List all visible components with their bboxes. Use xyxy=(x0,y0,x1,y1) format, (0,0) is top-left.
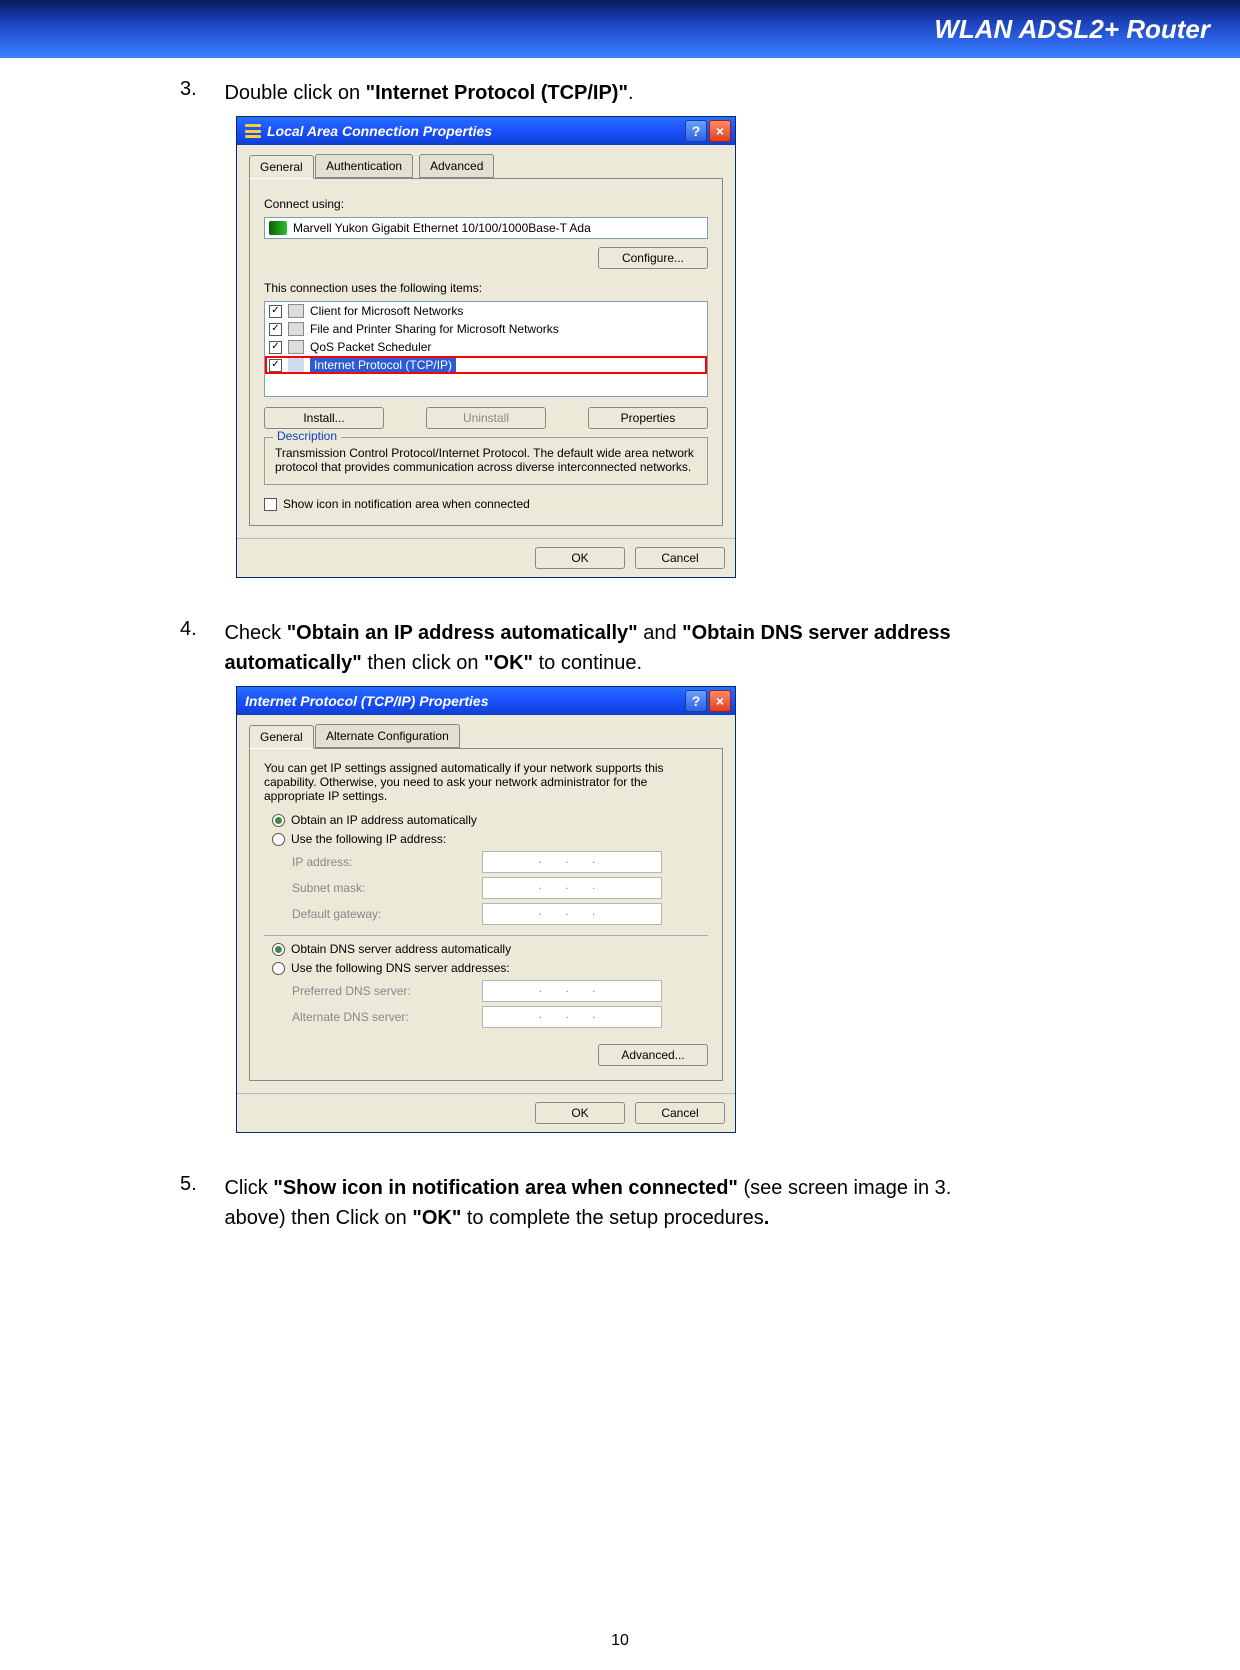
ok-button[interactable]: OK xyxy=(535,1102,625,1124)
description-fieldset: Description Transmission Control Protoco… xyxy=(264,437,708,485)
step-5-text: Click "Show icon in notification area wh… xyxy=(224,1173,984,1233)
radio-icon xyxy=(272,833,285,846)
checkbox-icon[interactable]: ✓ xyxy=(269,341,282,354)
show-icon-checkbox-row[interactable]: Show icon in notification area when conn… xyxy=(264,497,708,511)
adapter-icon xyxy=(269,221,287,235)
step-3-text: Double click on "Internet Protocol (TCP/… xyxy=(224,78,984,108)
step-5-number: 5. xyxy=(180,1173,220,1196)
dialog2-title: Internet Protocol (TCP/IP) Properties xyxy=(245,693,488,709)
tcpip-properties-dialog: Internet Protocol (TCP/IP) Properties ? … xyxy=(236,686,736,1133)
ip-address-label: IP address: xyxy=(292,855,482,869)
page-number: 10 xyxy=(0,1632,1240,1650)
radio-icon xyxy=(272,814,285,827)
uninstall-button: Uninstall xyxy=(426,407,546,429)
tab-general[interactable]: General xyxy=(249,155,314,179)
preferred-dns-field: . . . xyxy=(482,980,662,1002)
properties-button[interactable]: Properties xyxy=(588,407,708,429)
show-icon-label: Show icon in notification area when conn… xyxy=(283,497,530,511)
help-button[interactable]: ? xyxy=(685,690,707,712)
items-label: This connection uses the following items… xyxy=(264,281,708,295)
radio-icon xyxy=(272,962,285,975)
default-gateway-label: Default gateway: xyxy=(292,907,482,921)
alternate-dns-label: Alternate DNS server: xyxy=(292,1010,482,1024)
dialog2-tabs: General Alternate Configuration xyxy=(249,723,723,749)
radio-obtain-ip[interactable]: Obtain an IP address automatically xyxy=(272,813,708,827)
checkbox-icon[interactable]: ✓ xyxy=(269,359,282,372)
dialog1-title: Local Area Connection Properties xyxy=(267,123,492,139)
step-5: 5. Click "Show icon in notification area… xyxy=(180,1173,1120,1233)
lan-properties-dialog: Local Area Connection Properties ? × Gen… xyxy=(236,116,736,578)
dialog1-tabs: General Authentication Advanced xyxy=(249,153,723,179)
connection-items-list[interactable]: ✓Client for Microsoft Networks ✓File and… xyxy=(264,301,708,397)
step-4-text: Check "Obtain an IP address automaticall… xyxy=(224,618,984,678)
list-item[interactable]: ✓File and Printer Sharing for Microsoft … xyxy=(265,320,707,338)
alternate-dns-field: . . . xyxy=(482,1006,662,1028)
description-legend: Description xyxy=(273,429,341,443)
install-button[interactable]: Install... xyxy=(264,407,384,429)
qos-icon xyxy=(288,340,304,354)
subnet-mask-label: Subnet mask: xyxy=(292,881,482,895)
help-button[interactable]: ? xyxy=(685,120,707,142)
ok-button[interactable]: OK xyxy=(535,547,625,569)
show-icon-checkbox[interactable] xyxy=(264,498,277,511)
adapter-name: Marvell Yukon Gigabit Ethernet 10/100/10… xyxy=(293,221,591,235)
tab-authentication[interactable]: Authentication xyxy=(315,154,413,178)
connect-using-label: Connect using: xyxy=(264,197,708,211)
tab-general[interactable]: General xyxy=(249,725,314,749)
tab-alt-config[interactable]: Alternate Configuration xyxy=(315,724,460,748)
cancel-button[interactable]: Cancel xyxy=(635,547,725,569)
radio-icon xyxy=(272,943,285,956)
tcpip-icon xyxy=(288,358,304,372)
adapter-field: Marvell Yukon Gigabit Ethernet 10/100/10… xyxy=(264,217,708,239)
dialog2-titlebar: Internet Protocol (TCP/IP) Properties ? … xyxy=(237,687,735,715)
step-3-number: 3. xyxy=(180,78,220,101)
ip-address-field: . . . xyxy=(482,851,662,873)
default-gateway-field: . . . xyxy=(482,903,662,925)
list-item[interactable]: ✓Client for Microsoft Networks xyxy=(265,302,707,320)
close-button[interactable]: × xyxy=(709,120,731,142)
list-item-tcpip[interactable]: ✓Internet Protocol (TCP/IP) xyxy=(265,356,707,374)
radio-obtain-dns[interactable]: Obtain DNS server address automatically xyxy=(272,942,708,956)
network-icon xyxy=(245,124,261,138)
close-button[interactable]: × xyxy=(709,690,731,712)
configure-button[interactable]: Configure... xyxy=(598,247,708,269)
step-3: 3. Double click on "Internet Protocol (T… xyxy=(180,78,1120,578)
dialog1-titlebar: Local Area Connection Properties ? × xyxy=(237,117,735,145)
advanced-button[interactable]: Advanced... xyxy=(598,1044,708,1066)
checkbox-icon[interactable]: ✓ xyxy=(269,323,282,336)
header-title: WLAN ADSL2+ Router xyxy=(934,14,1210,45)
list-item[interactable]: ✓QoS Packet Scheduler xyxy=(265,338,707,356)
checkbox-icon[interactable]: ✓ xyxy=(269,305,282,318)
preferred-dns-label: Preferred DNS server: xyxy=(292,984,482,998)
tcpip-intro: You can get IP settings assigned automat… xyxy=(264,761,708,803)
client-icon xyxy=(288,304,304,318)
radio-use-ip[interactable]: Use the following IP address: xyxy=(272,832,708,846)
subnet-mask-field: . . . xyxy=(482,877,662,899)
step-4: 4. Check "Obtain an IP address automatic… xyxy=(180,618,1120,1133)
description-text: Transmission Control Protocol/Internet P… xyxy=(275,446,697,474)
tab-advanced[interactable]: Advanced xyxy=(419,154,494,178)
step-4-number: 4. xyxy=(180,618,220,641)
page-header: WLAN ADSL2+ Router xyxy=(0,0,1240,58)
radio-use-dns[interactable]: Use the following DNS server addresses: xyxy=(272,961,708,975)
cancel-button[interactable]: Cancel xyxy=(635,1102,725,1124)
fileshare-icon xyxy=(288,322,304,336)
